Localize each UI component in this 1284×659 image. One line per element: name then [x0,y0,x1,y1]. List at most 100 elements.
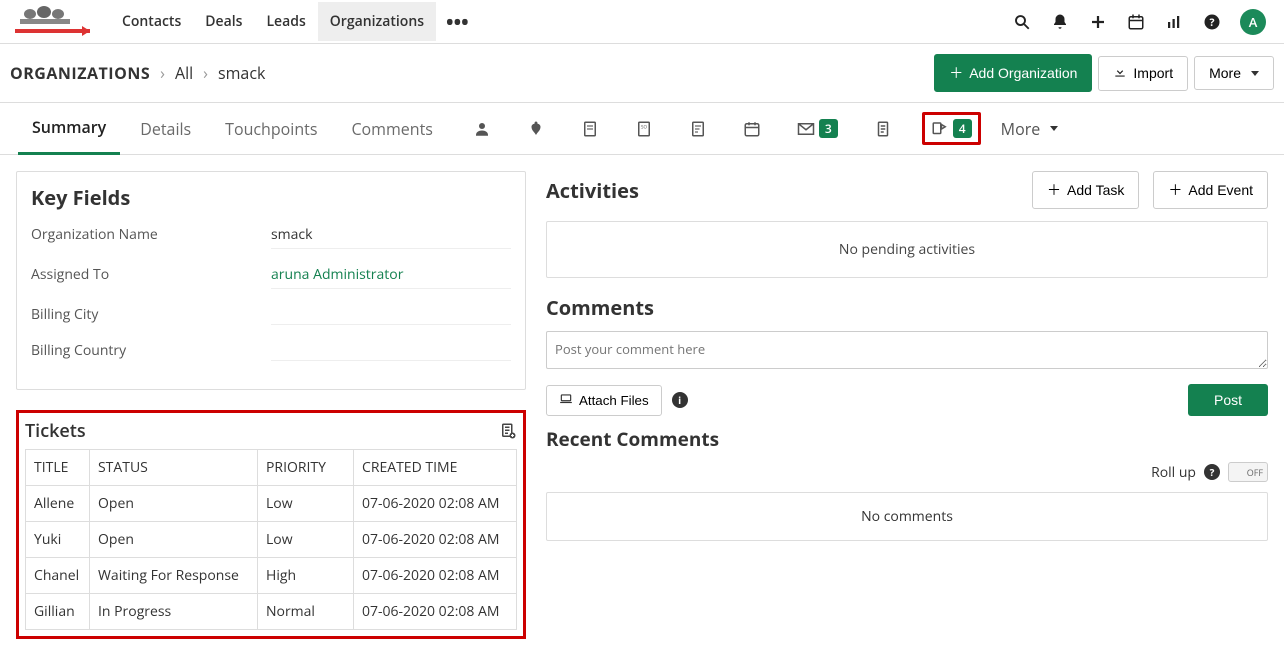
nav-leads[interactable]: Leads [254,2,317,41]
add-task-label: Add Task [1067,182,1124,198]
top-nav: Contacts Deals Leads Organizations ••• ?… [0,0,1284,44]
tabs-more-label: More [1001,118,1041,140]
nav-deals[interactable]: Deals [193,2,254,41]
rollup-label: Roll up [1151,463,1196,482]
cell-title: Yuki [26,522,90,558]
top-icons: ? A [1012,9,1266,35]
attach-files-label: Attach Files [579,393,649,408]
kv-value-billing-country[interactable] [271,341,511,361]
tab-emails-icon[interactable]: 3 [791,115,844,142]
table-header[interactable]: PRIORITY [258,450,354,486]
comment-input[interactable] [546,331,1268,369]
add-event-label: Add Event [1188,182,1253,198]
cell-priority: High [258,558,354,594]
tickets-badge: 4 [953,119,972,138]
tab-contacts-icon[interactable] [467,116,497,142]
breadcrumb-record: smack [218,62,265,84]
kv-row: Organization Name smack [31,225,511,249]
table-row[interactable]: Allene Open Low 07-06-2020 02:08 AM [26,486,517,522]
app-logo[interactable] [10,6,100,38]
tab-documents-icon[interactable] [868,116,898,142]
chart-icon[interactable] [1164,12,1184,32]
breadcrumb-module[interactable]: ORGANIZATIONS [10,62,150,84]
info-icon[interactable]: i [672,392,688,408]
add-event-button[interactable]: ＋ Add Event [1153,171,1268,209]
download-icon [1113,65,1127,82]
nav-items: Contacts Deals Leads Organizations [110,2,436,41]
tab-comments[interactable]: Comments [337,104,446,154]
comments-title: Comments [546,294,1268,321]
key-fields-title: Key Fields [31,184,511,211]
activities-empty: No pending activities [546,221,1268,278]
help-icon[interactable]: ? [1202,12,1222,32]
more-button[interactable]: More [1194,56,1274,90]
activities-section: Activities ＋ Add Task ＋ Add Event No pen… [546,171,1268,278]
cell-status: Open [90,486,258,522]
kv-value-billing-city[interactable] [271,305,511,325]
kv-label: Billing City [31,305,271,325]
cell-created: 07-06-2020 02:08 AM [354,486,517,522]
chevron-right-icon: › [160,62,165,84]
add-organization-label: Add Organization [969,65,1077,81]
tickets-card: Tickets TITLE STATUS PRIORITY CREATED TI… [16,410,526,639]
kv-row: Billing City [31,305,511,325]
table-row[interactable]: Gillian In Progress Normal 07-06-2020 02… [26,594,517,630]
more-label: More [1209,65,1241,81]
tabs-more[interactable]: More [1001,118,1059,140]
search-icon[interactable] [1012,12,1032,32]
tab-summary[interactable]: Summary [18,102,120,155]
table-row[interactable]: Yuki Open Low 07-06-2020 02:08 AM [26,522,517,558]
cell-priority: Low [258,486,354,522]
calendar-icon[interactable] [1126,12,1146,32]
tab-salesorder-icon[interactable]: SO [629,116,659,142]
nav-contacts[interactable]: Contacts [110,2,193,41]
svg-text:SO: SO [641,124,647,130]
chevron-right-icon: › [203,62,208,84]
post-button[interactable]: Post [1188,384,1268,416]
kv-row: Billing Country [31,341,511,361]
action-bar: ORGANIZATIONS › All › smack ＋ Add Organi… [0,44,1284,103]
attach-files-button[interactable]: Attach Files [546,385,662,416]
cell-created: 07-06-2020 02:08 AM [354,522,517,558]
add-ticket-icon[interactable] [499,421,517,441]
rollup-toggle[interactable]: OFF [1228,462,1268,482]
plus-icon[interactable] [1088,12,1108,32]
nav-more-icon[interactable]: ••• [436,8,479,35]
table-header[interactable]: TITLE [26,450,90,486]
import-button[interactable]: Import [1098,56,1188,91]
nav-organizations[interactable]: Organizations [318,2,436,41]
cell-priority: Low [258,522,354,558]
chevron-down-icon [1251,71,1259,76]
tab-quotes-icon[interactable] [575,116,605,142]
table-header[interactable]: STATUS [90,450,258,486]
comments-section: Comments Attach Files i Post Recent Comm… [546,294,1268,541]
chevron-down-icon [1050,126,1058,131]
table-row[interactable]: Chanel Waiting For Response High 07-06-2… [26,558,517,594]
kv-value-org-name[interactable]: smack [271,225,511,249]
table-header[interactable]: CREATED TIME [354,450,517,486]
import-label: Import [1133,65,1173,81]
recent-comments-empty: No comments [546,492,1268,541]
tab-tickets-icon[interactable]: 4 [922,112,981,145]
kv-value-assigned-to[interactable]: aruna Administrator [271,265,511,289]
plus-icon: ＋ [1047,180,1061,200]
add-task-button[interactable]: ＋ Add Task [1032,171,1139,209]
recent-comments-title: Recent Comments [546,426,719,452]
tab-details[interactable]: Details [126,104,205,154]
cell-status: Waiting For Response [90,558,258,594]
help-icon[interactable]: ? [1204,464,1220,480]
tab-deals-icon[interactable] [521,116,551,142]
user-avatar[interactable]: A [1240,9,1266,35]
cell-title: Gillian [26,594,90,630]
bell-icon[interactable] [1050,12,1070,32]
cell-priority: Normal [258,594,354,630]
breadcrumb-all[interactable]: All [175,62,193,84]
kv-row: Assigned To aruna Administrator [31,265,511,289]
add-organization-button[interactable]: ＋ Add Organization [934,54,1092,92]
laptop-icon [559,392,573,409]
tickets-title: Tickets [25,419,86,443]
tab-invoice-icon[interactable] [683,116,713,142]
table-header-row: TITLE STATUS PRIORITY CREATED TIME [26,450,517,486]
tab-calendar-icon[interactable] [737,116,767,142]
tab-touchpoints[interactable]: Touchpoints [211,104,331,154]
